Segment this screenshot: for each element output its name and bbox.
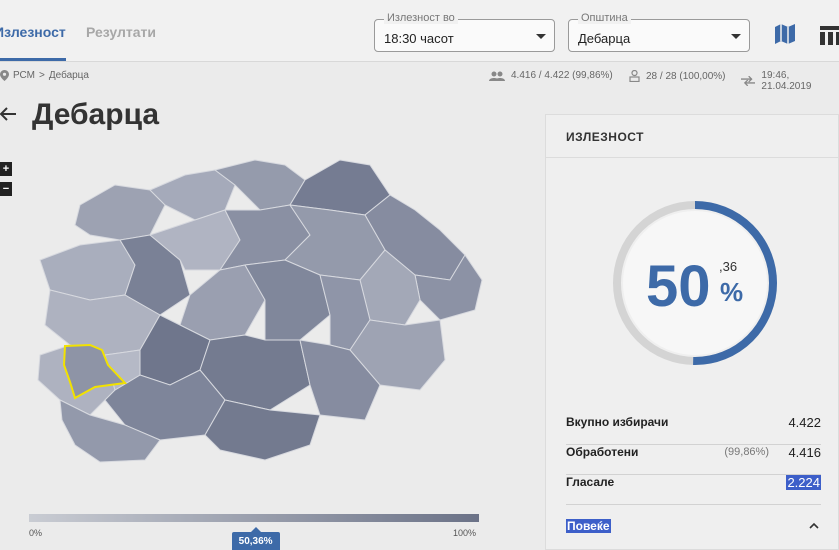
scale-max-label: 100% — [453, 528, 477, 538]
municipality-select-value: Дебарца — [578, 31, 631, 46]
breadcrumb-root[interactable]: РСМ — [13, 70, 35, 81]
map-region — [204, 399, 321, 461]
map-view-icon[interactable] — [774, 23, 796, 45]
back-arrow-icon[interactable] — [0, 104, 18, 124]
table-view-icon[interactable] — [820, 24, 839, 46]
chevron-up-icon[interactable] — [807, 519, 821, 533]
turnout-scale — [29, 514, 479, 522]
tab-results[interactable]: Резултати — [86, 24, 156, 40]
stat-row-label: Вкупно избирачи — [566, 415, 669, 429]
turnout-percent-sign: % — [720, 277, 744, 307]
scale-min-label: 0% — [29, 528, 43, 538]
more-toggle[interactable]: Повеќе — [566, 519, 611, 533]
panel-title: ИЗЛЕЗНОСТ — [546, 115, 838, 158]
stations-stat: 28 / 28 (100,00%) — [629, 70, 726, 82]
time-select[interactable]: Излезност во 18:30 часот — [374, 12, 555, 52]
stat-row-value: 4.422 — [788, 415, 821, 430]
time-select-value: 18:30 часот — [384, 31, 454, 46]
stat-row-percentage: (99,86%) — [724, 446, 769, 458]
update-stat-value: 19:46, 21.04.2019 — [761, 70, 812, 92]
stat-row-label: Обработени — [566, 445, 639, 459]
voters-stat: 4.416 / 4.422 (99,86%) — [489, 70, 613, 81]
page-title: Дебарца — [32, 98, 160, 131]
map-region — [74, 184, 166, 241]
breadcrumb-current: Дебарца — [48, 70, 89, 81]
tab-turnout[interactable]: Излезност — [0, 24, 66, 40]
breadcrumb-separator: > — [39, 70, 45, 81]
chevron-down-icon — [536, 34, 546, 39]
stat-row-voted: Гласале 2.224 — [566, 475, 821, 505]
stat-row-total-voters: Вкупно избирачи 4.422 — [566, 415, 821, 445]
refresh-arrows-icon — [741, 76, 756, 86]
time-select-label: Излезност во — [384, 12, 458, 24]
voters-stat-value: 4.416 / 4.422 (99,86%) — [511, 70, 613, 81]
chevron-down-icon — [731, 34, 741, 39]
turnout-percent-integer: 50 — [646, 254, 711, 319]
turnout-panel: ИЗЛЕЗНОСТ 50 ,36 % Вкупно избирачи 4.422… — [545, 114, 839, 550]
stat-row-value: 4.416 — [788, 445, 821, 460]
turnout-percent-decimal: ,36 — [719, 259, 738, 274]
zoom-in-button[interactable]: + — [0, 162, 12, 176]
municipality-select-label: Општина — [578, 12, 631, 24]
map-regions[interactable] — [37, 159, 483, 463]
scale-current-marker: 50,36% — [231, 527, 280, 550]
zoom-out-button[interactable]: − — [0, 182, 12, 196]
polling-station-icon — [629, 70, 640, 82]
active-tab-indicator — [0, 58, 66, 61]
breadcrumb: РСМ > Дебарца — [0, 70, 89, 81]
location-pin-icon — [0, 70, 9, 81]
stat-row-value: 2.224 — [786, 475, 821, 490]
stat-row-processed: Обработени (99,86%) 4.416 — [566, 445, 821, 475]
update-stat: 19:46, 21.04.2019 — [741, 70, 839, 92]
people-icon — [489, 71, 505, 81]
municipality-map[interactable] — [20, 150, 490, 470]
stat-row-label: Гласале — [566, 475, 615, 489]
municipality-select[interactable]: Општина Дебарца — [568, 12, 750, 52]
top-bar: Излезност Резултати Излезност во 18:30 ч… — [0, 0, 839, 62]
stations-stat-value: 28 / 28 (100,00%) — [646, 70, 726, 82]
